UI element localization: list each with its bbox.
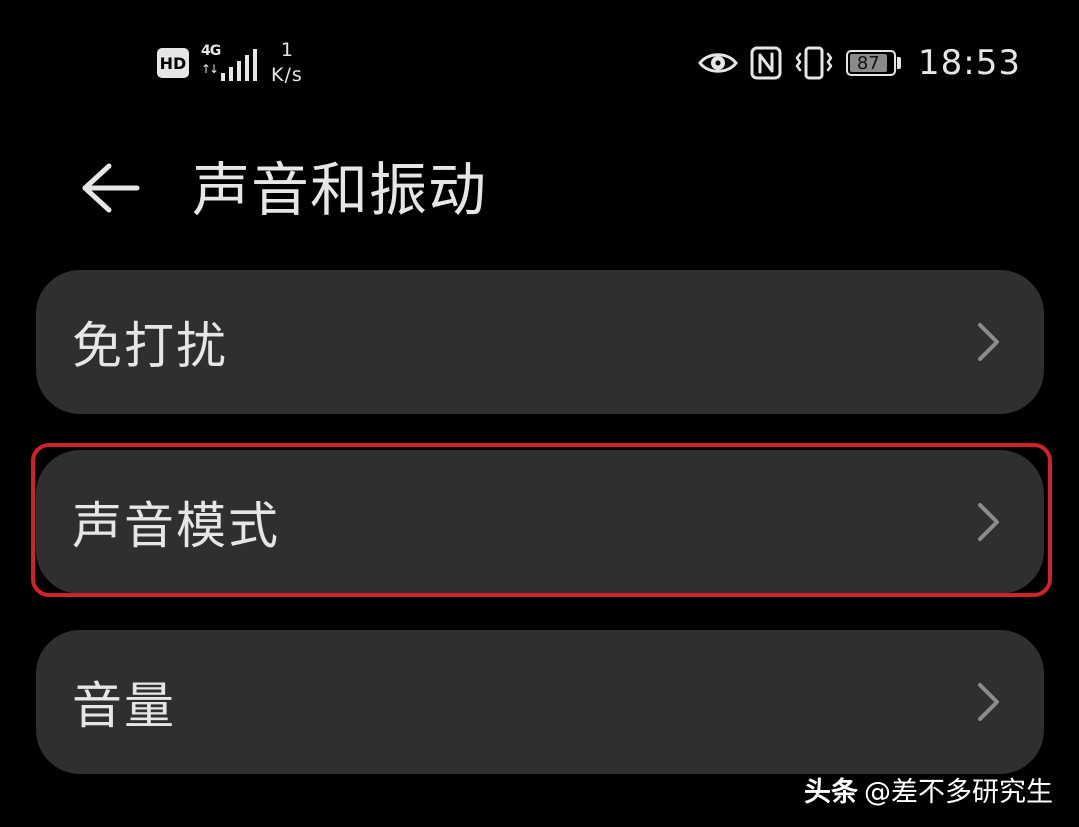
network-speed: 1 K/s [271, 41, 303, 85]
settings-item-label: 声音模式 [72, 497, 280, 555]
back-arrow-icon [82, 163, 140, 213]
battery-body: 87 [846, 50, 897, 76]
data-activity-arrows: ↑↓ [201, 62, 219, 76]
battery-fill: 87 [850, 52, 887, 74]
battery-icon: 87 [846, 48, 902, 78]
eye-comfort-icon [698, 49, 738, 77]
battery-tip [897, 57, 902, 69]
hd-voice-icon: HD [157, 48, 189, 78]
settings-item-sound-mode[interactable]: 声音模式 [36, 450, 1044, 594]
network-speed-unit: K/s [271, 64, 303, 86]
settings-item-label: 免打扰 [72, 317, 228, 375]
settings-item-label: 音量 [72, 677, 176, 735]
network-type-label: 4G [201, 43, 221, 59]
chevron-right-icon [976, 501, 1002, 543]
settings-item-volume[interactable]: 音量 [36, 630, 1044, 774]
mobile-network-indicator: 4G ↑↓ [201, 43, 259, 83]
status-bar-left: HD 4G ↑↓ 1 K/s [157, 38, 303, 88]
battery-level: 87 [856, 52, 880, 74]
status-bar-right: 87 18:53 [698, 40, 1021, 86]
network-speed-value: 1 [280, 39, 293, 61]
vibrate-icon [794, 46, 834, 80]
nfc-icon [750, 46, 782, 80]
status-time: 18:53 [918, 43, 1021, 83]
watermark: 头条 @差不多研究生 [804, 770, 1053, 809]
hd-badge-label: HD [159, 53, 187, 73]
chevron-right-icon [976, 321, 1002, 363]
back-button[interactable] [70, 150, 146, 226]
signal-strength-icon [221, 49, 257, 81]
settings-item-do-not-disturb[interactable]: 免打扰 [36, 270, 1044, 414]
watermark-brand: 头条 [804, 777, 858, 808]
page-title: 声音和振动 [192, 156, 488, 224]
watermark-handle: @差不多研究生 [864, 777, 1053, 808]
chevron-right-icon [976, 681, 1002, 723]
